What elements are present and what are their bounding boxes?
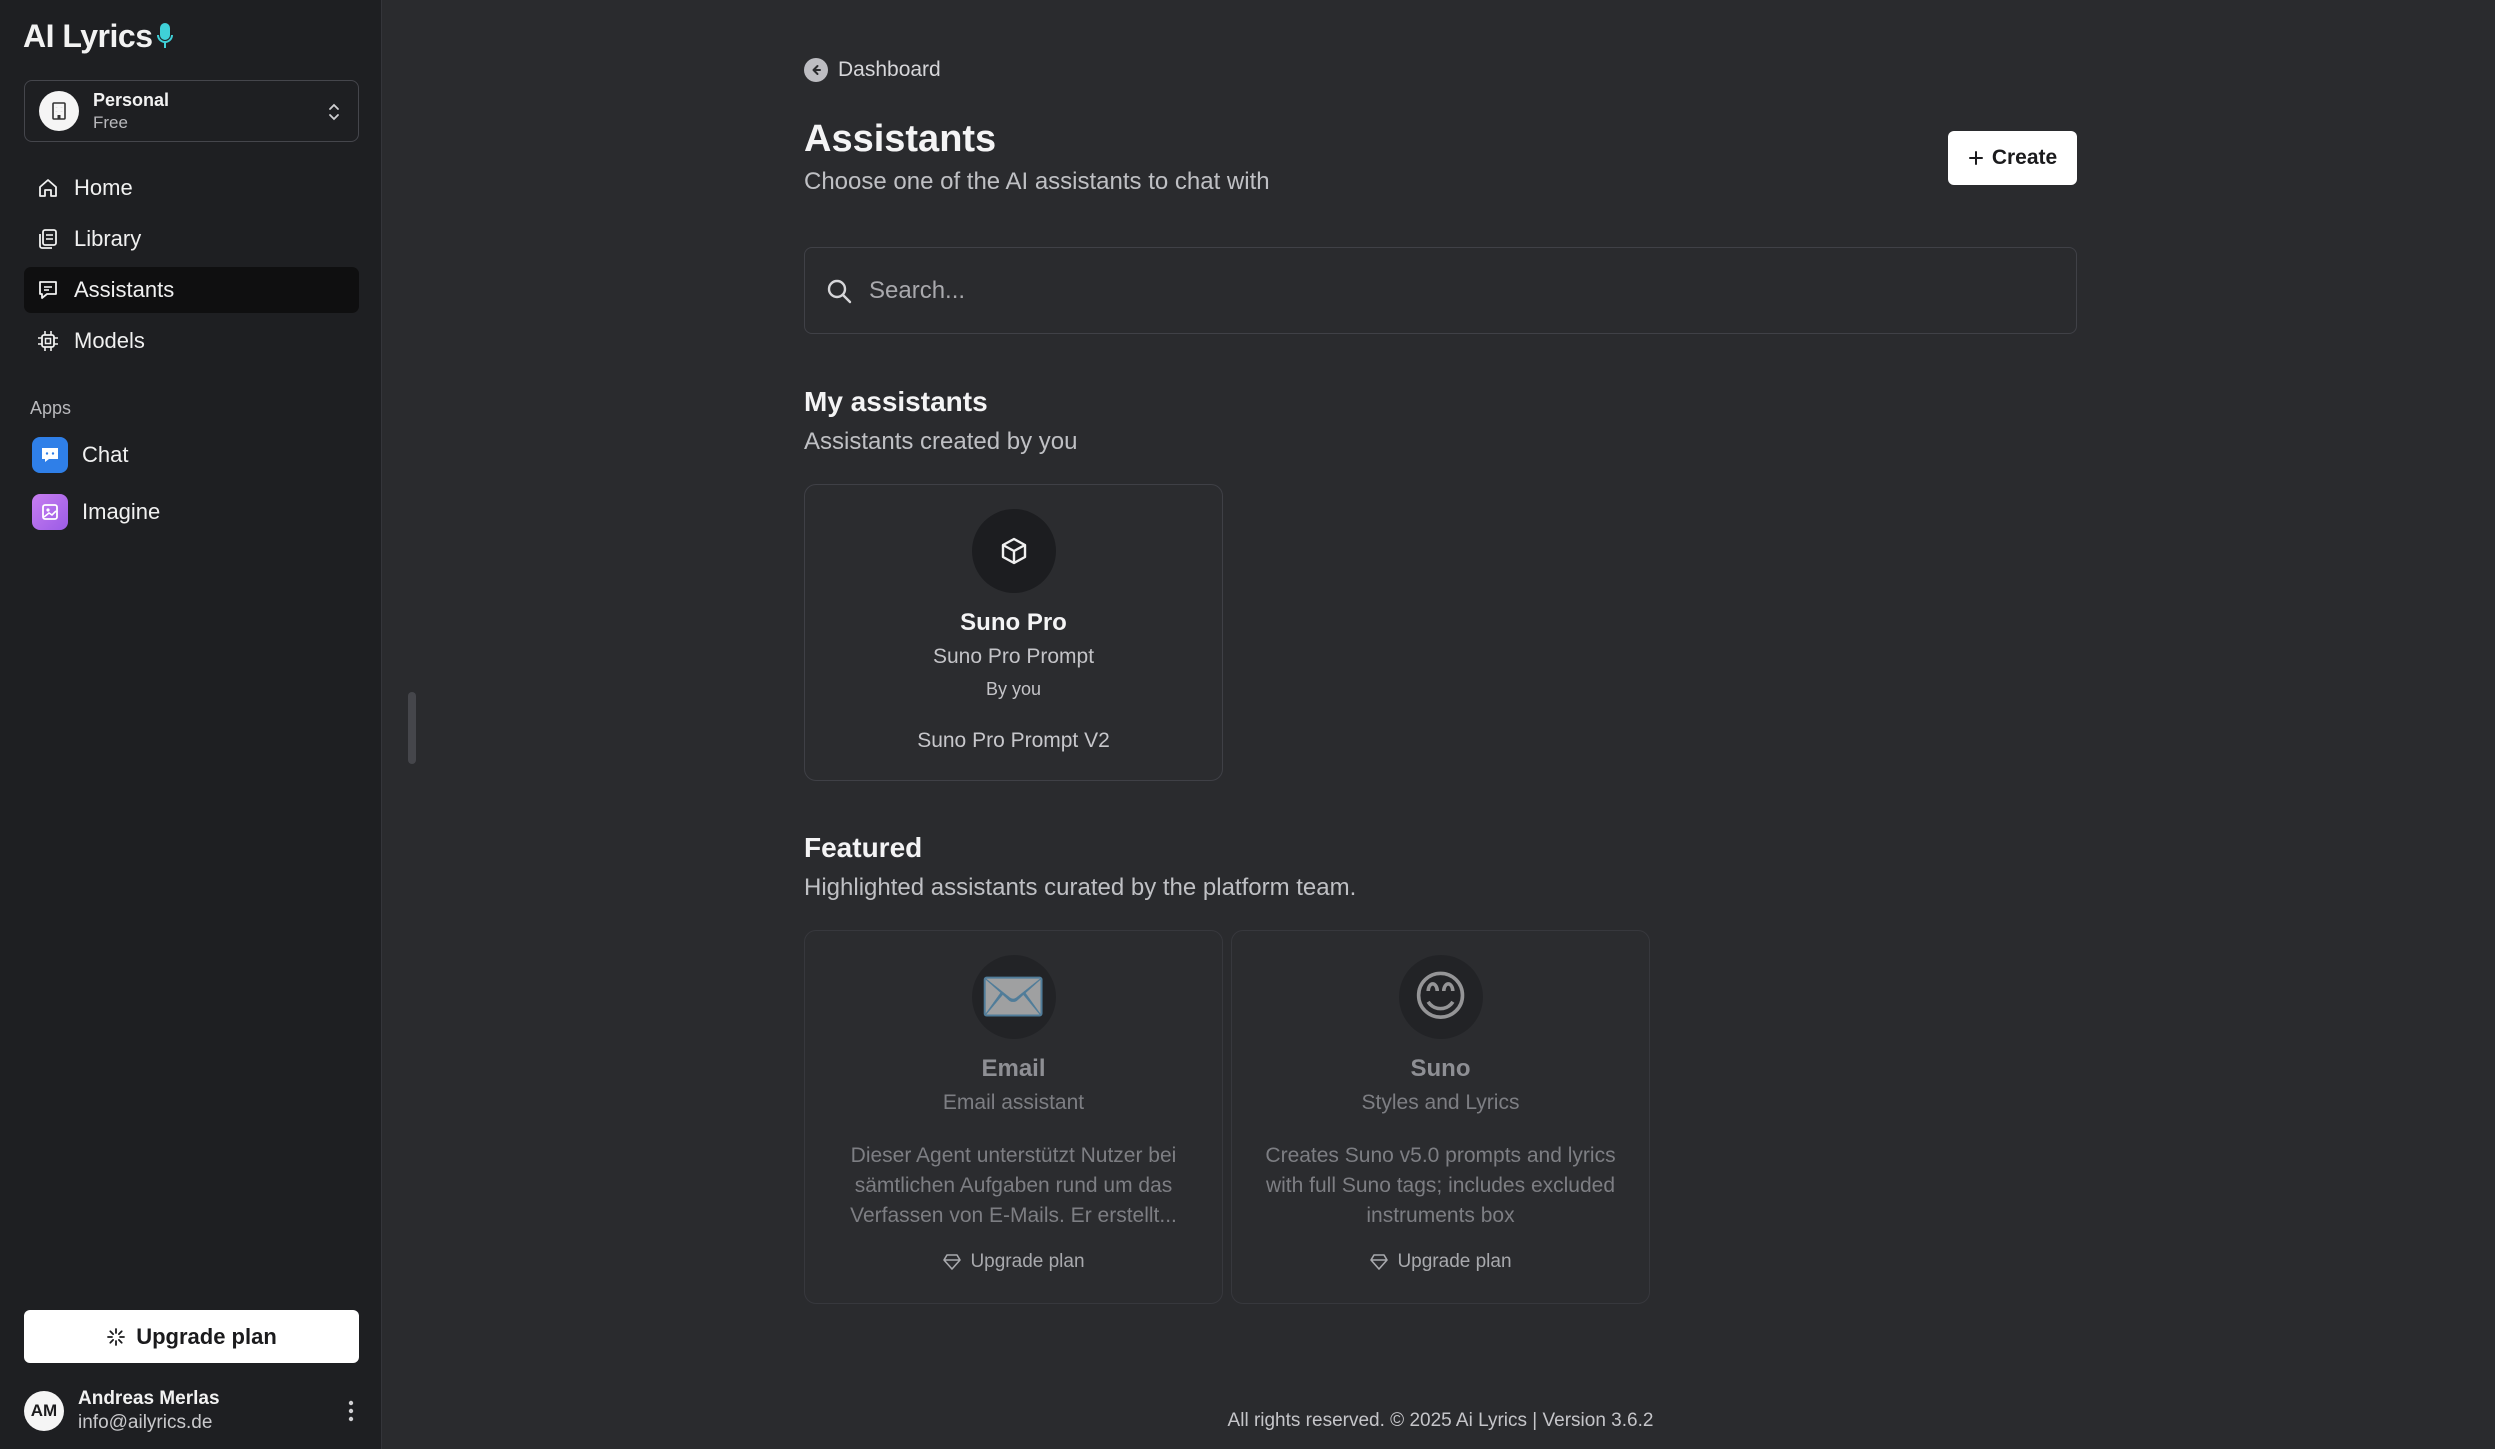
assistant-description: Dieser Agent unterstützt Nutzer bei sämt… (850, 1144, 1177, 1227)
breadcrumb-label: Dashboard (838, 58, 941, 81)
home-icon (39, 179, 57, 197)
upgrade-plan-label: Upgrade plan (136, 1323, 277, 1349)
assistant-card-email[interactable]: ✉️ Email Email assistant Dieser Agent un… (804, 930, 1223, 1304)
my-assistants-subtitle: Assistants created by you (804, 428, 1078, 455)
assistant-name: Suno Pro (960, 609, 1067, 636)
apps-section-label: Apps (30, 398, 72, 418)
search-icon (827, 279, 852, 303)
logo-text: AI Lyrics (23, 17, 153, 54)
user-email: info@ailyrics.de (78, 1412, 213, 1433)
cube-icon (971, 509, 1056, 593)
smiling-face-icon: 😊 (1398, 955, 1483, 1039)
gem-icon (943, 1254, 962, 1270)
user-profile[interactable]: AM Andreas Merlas info@ailyrics.de (24, 1388, 364, 1434)
app-logo[interactable]: AI Lyrics (23, 16, 174, 56)
assistant-description: Suno Pro Prompt V2 (917, 729, 1110, 752)
sidebar: AI Lyrics Personal Free Home Library Ass… (0, 0, 382, 1449)
workspace-name: Personal (93, 89, 170, 110)
assistant-name: Suno (1410, 1055, 1471, 1082)
envelope-icon: ✉️ (971, 955, 1056, 1039)
sidebar-item-label: Models (74, 328, 145, 353)
sidebar-item-home[interactable]: Home (24, 165, 359, 211)
featured-title: Featured (804, 832, 923, 863)
card-upgrade-label: Upgrade plan (1397, 1251, 1512, 1272)
app-item-label: Imagine (82, 499, 161, 524)
sidebar-resize-handle[interactable] (408, 692, 416, 764)
search-input[interactable] (869, 276, 2019, 305)
sidebar-item-label: Assistants (74, 277, 175, 302)
breadcrumb[interactable]: Dashboard (804, 58, 941, 82)
arrow-left-circle-icon (804, 58, 828, 82)
avatar: AM (24, 1391, 64, 1431)
card-upgrade-label: Upgrade plan (970, 1251, 1085, 1272)
chat-app-icon (32, 437, 68, 473)
page-footer: All rights reserved. © 2025 Ai Lyrics | … (1227, 1410, 1654, 1431)
app-item-label: Chat (82, 442, 129, 467)
gem-icon (1370, 1254, 1389, 1270)
my-assistants-title: My assistants (804, 386, 988, 417)
sidebar-item-label: Library (74, 226, 142, 251)
card-upgrade-link[interactable]: Upgrade plan (805, 1251, 1222, 1273)
user-name: Andreas Merlas (78, 1388, 220, 1409)
imagine-app-icon (32, 494, 68, 530)
cpu-icon (38, 331, 58, 351)
chevrons-up-down-icon (329, 103, 339, 121)
assistant-card-suno-pro[interactable]: Suno Pro Suno Pro Prompt By you Suno Pro… (804, 484, 1223, 781)
assistant-description: Creates Suno v5.0 prompts and lyrics wit… (1265, 1144, 1616, 1227)
sparkle-loader-icon (107, 1327, 126, 1346)
assistant-category: Styles and Lyrics (1361, 1091, 1520, 1114)
main-nav: Home Library Assistants Models (24, 165, 359, 369)
page-subtitle: Choose one of the AI assistants to chat … (804, 168, 1270, 195)
assistant-category: Email assistant (942, 1091, 1085, 1114)
sidebar-item-label: Home (74, 175, 133, 200)
app-item-imagine[interactable]: Imagine (32, 492, 160, 532)
create-button[interactable]: Create (1948, 131, 2077, 185)
workspace-plan: Free (93, 112, 128, 132)
plus-icon (1968, 151, 1983, 165)
apps-list: Chat Imagine (32, 435, 160, 549)
app-item-chat[interactable]: Chat (32, 435, 160, 475)
card-upgrade-link[interactable]: Upgrade plan (1232, 1251, 1649, 1273)
assistant-name: Email (981, 1055, 1046, 1082)
sidebar-item-assistants[interactable]: Assistants (24, 267, 359, 313)
sidebar-item-library[interactable]: Library (24, 216, 359, 262)
featured-subtitle: Highlighted assistants curated by the pl… (804, 874, 1357, 901)
assistant-category: Suno Pro Prompt (932, 645, 1095, 668)
workspace-switcher[interactable]: Personal Free (24, 80, 359, 142)
create-label: Create (1991, 146, 2058, 169)
assistant-card-suno[interactable]: 😊 Suno Styles and Lyrics Creates Suno v5… (1231, 930, 1650, 1304)
more-vertical-icon[interactable] (346, 1398, 356, 1424)
library-icon (39, 229, 57, 249)
building-icon (39, 91, 79, 131)
search-bar[interactable] (804, 247, 2077, 334)
microphone-icon (157, 23, 174, 48)
assistant-byline: By you (985, 679, 1042, 699)
upgrade-plan-button[interactable]: Upgrade plan (24, 1310, 359, 1363)
assistants-icon (39, 281, 57, 299)
sidebar-item-models[interactable]: Models (24, 318, 359, 364)
page-title: Assistants (804, 118, 997, 160)
